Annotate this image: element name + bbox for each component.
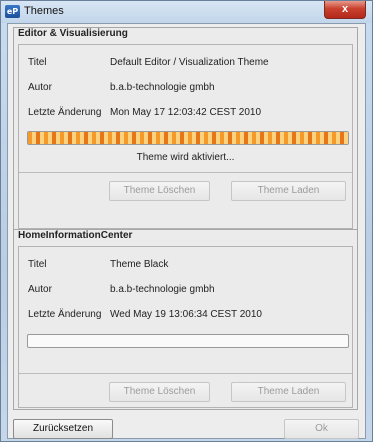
delete-theme-button[interactable]: Theme Löschen <box>109 382 210 402</box>
load-theme-button[interactable]: Theme Laden <box>231 181 346 201</box>
theme-details: Titel Theme Black Autor b.a.b-technologi… <box>18 246 353 408</box>
activation-progress-bar <box>27 131 349 145</box>
title-value: Theme Black <box>110 259 169 270</box>
author-value: b.a.b-technologie gmbh <box>110 284 215 295</box>
title-value: Default Editor / Visualization Theme <box>110 57 269 68</box>
load-theme-button[interactable]: Theme Laden <box>231 382 346 402</box>
app-icon: eP <box>5 5 20 18</box>
theme-section-editor: Editor & Visualisierung Titel Default Ed… <box>13 27 358 239</box>
divider <box>19 373 352 374</box>
title-bar[interactable]: eP Themes x <box>1 1 372 23</box>
progress-fill <box>28 132 348 144</box>
author-value: b.a.b-technologie gmbh <box>110 82 215 93</box>
activation-progress-bar <box>27 334 349 348</box>
modified-value: Mon May 17 12:03:42 CEST 2010 <box>110 107 262 118</box>
title-label: Titel <box>28 57 47 68</box>
section-title: Editor & Visualisierung <box>18 28 128 39</box>
ok-button[interactable]: Ok <box>284 419 359 439</box>
modified-value: Wed May 19 13:06:34 CEST 2010 <box>110 309 262 320</box>
author-label: Autor <box>28 284 52 295</box>
dialog-body: Editor & Visualisierung Titel Default Ed… <box>7 23 366 439</box>
theme-section-homeinformationcenter: HomeInformationCenter Titel Theme Black … <box>13 229 358 410</box>
divider <box>19 172 352 173</box>
window-title: Themes <box>24 5 64 17</box>
close-button[interactable]: x <box>324 1 366 19</box>
status-text: Theme wird aktiviert... <box>136 152 235 163</box>
title-label: Titel <box>28 259 47 270</box>
modified-label: Letzte Änderung <box>28 107 102 118</box>
delete-theme-button[interactable]: Theme Löschen <box>109 181 210 201</box>
theme-details: Titel Default Editor / Visualization The… <box>18 44 353 229</box>
reset-button[interactable]: Zurücksetzen <box>13 419 113 439</box>
themes-window: eP Themes x Editor & Visualisierung Tite… <box>0 0 373 442</box>
section-title: HomeInformationCenter <box>18 230 133 241</box>
modified-label: Letzte Änderung <box>28 309 102 320</box>
author-label: Autor <box>28 82 52 93</box>
